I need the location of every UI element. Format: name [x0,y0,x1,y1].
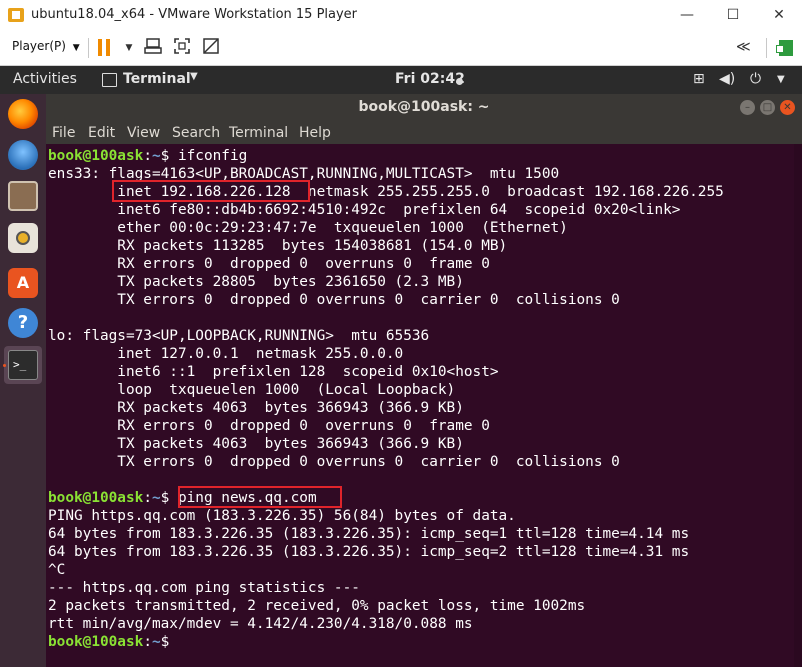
send-keys-icon[interactable] [142,37,164,59]
prompt-line: book@100ask:~$ [48,633,178,651]
network-icon[interactable]: ⊞ [693,71,705,87]
ubuntu-top-panel: Activities Terminal ▼ Fri 02:42 ⊞ ◀) ⏻ ▼ [0,66,802,94]
app-menu-button[interactable]: Terminal [123,71,191,87]
library-icon[interactable] [776,40,793,56]
ubuntu-dock: A ? >_ [0,94,46,667]
output-line: ^C [48,562,66,578]
power-icon[interactable]: ⏻ [750,71,761,87]
output-line: 2 packets transmitted, 2 received, 0% pa… [48,598,586,614]
player-menu-caret-icon: ▼ [72,43,80,53]
prompt-separator: : [143,148,152,164]
menu-search[interactable]: Search [172,125,220,141]
vmware-titlebar: ubuntu18.04_x64 - VMware Workstation 15 … [0,0,802,31]
output-line: ether 00:0c:29:23:47:7e txqueuelen 1000 … [48,220,568,236]
notification-dot-icon [456,78,463,85]
prompt-separator: : [143,490,152,506]
prompt-end: $ [160,634,178,650]
terminal-minimize-button[interactable]: – [740,100,755,115]
unity-icon[interactable] [200,37,222,59]
running-indicator-icon [3,364,6,367]
player-menu-button[interactable]: Player(P) ▼ [12,39,80,53]
menu-edit[interactable]: Edit [88,125,115,141]
output-line: inet6 fe80::db4b:6692:4510:492c prefixle… [48,202,681,218]
output-line: RX packets 113285 bytes 154038681 (154.0… [48,238,508,254]
prompt-path: ~ [151,490,161,506]
back-button[interactable]: ≪ [736,39,751,55]
terminal-titlebar: book@100ask: ~ – □ ✕ [46,94,802,121]
rhythmbox-icon[interactable] [8,223,38,253]
menu-terminal[interactable]: Terminal [229,125,288,141]
app-menu-caret-icon: ▼ [190,71,198,82]
terminal-icon[interactable]: >_ [8,350,38,380]
terminal-title: book@100ask: ~ [358,99,490,115]
output-line: TX errors 0 dropped 0 overruns 0 carrier… [48,292,620,308]
prompt-end: $ [160,490,178,506]
prompt-user: book@100ask [48,148,144,164]
inet-address-highlight-box [112,180,310,202]
output-line: RX packets 4063 bytes 366943 (366.9 KB) [48,400,464,416]
output-line: lo: flags=73<UP,LOOPBACK,RUNNING> mtu 65… [48,328,430,344]
output-line: TX packets 28805 bytes 2361650 (2.3 MB) [48,274,464,290]
vmware-window-title: ubuntu18.04_x64 - VMware Workstation 15 … [31,7,358,22]
output-line: PING https.qq.com (183.3.226.35) 56(84) … [48,508,516,524]
output-line: 64 bytes from 183.3.226.35 (183.3.226.35… [48,544,690,560]
output-line: RX errors 0 dropped 0 overruns 0 frame 0 [48,418,490,434]
output-line: inet6 ::1 prefixlen 128 scopeid 0x10<hos… [48,364,499,380]
toolbar-divider [88,38,89,58]
terminal-app-icon [102,73,117,87]
firefox-icon[interactable] [8,99,38,129]
output-line: 64 bytes from 183.3.226.35 (183.3.226.35… [48,526,690,542]
files-icon[interactable] [8,181,38,211]
prompt-separator: : [143,634,152,650]
software-icon[interactable]: A [8,268,38,298]
prompt-end: $ [160,148,178,164]
close-button[interactable]: ✕ [756,0,802,31]
terminal-output-area[interactable]: book@100ask:~$ ifconfig ens33: flags=416… [46,144,802,667]
toolbar-divider [766,38,767,58]
terminal-menubar: File Edit View Search Terminal Help [46,121,802,144]
help-icon[interactable]: ? [8,308,38,338]
clock[interactable]: Fri 02:42 [395,71,465,87]
output-line: RX errors 0 dropped 0 overruns 0 frame 0 [48,256,490,272]
fullscreen-icon[interactable] [171,37,193,59]
menu-view[interactable]: View [127,125,160,141]
prompt-user: book@100ask [48,490,144,506]
power-menu-caret-icon[interactable]: ▼ [118,37,140,59]
activities-button[interactable]: Activities [13,71,77,87]
output-line: --- https.qq.com ping statistics --- [48,580,360,596]
maximize-button[interactable]: ☐ [710,0,756,31]
output-line: loop txqueuelen 1000 (Local Loopback) [48,382,456,398]
output-line: rtt min/avg/max/mdev = 4.142/4.230/4.318… [48,616,473,632]
menu-file[interactable]: File [52,125,75,141]
vmware-app-icon [8,8,24,22]
minimize-button[interactable]: — [664,0,710,31]
output-line: TX errors 0 dropped 0 overruns 0 carrier… [48,454,620,470]
prompt-line: book@100ask:~$ ifconfig [48,147,247,165]
vmware-toolbar: Player(P) ▼ ▼ ≪ [0,31,802,66]
pause-icon[interactable] [98,39,112,56]
system-menu-caret-icon[interactable]: ▼ [777,74,785,85]
output-line: TX packets 4063 bytes 366943 (366.9 KB) [48,436,464,452]
terminal-close-button[interactable]: ✕ [780,100,795,115]
command-ifconfig: ifconfig [177,148,248,164]
prompt-path: ~ [151,148,161,164]
player-menu-label: Player(P) [12,39,66,53]
ping-command-highlight-box [178,486,342,508]
prompt-path: ~ [151,634,161,650]
terminal-scrollbar[interactable] [794,144,802,667]
thunderbird-icon[interactable] [8,140,38,170]
output-line: inet 127.0.0.1 netmask 255.0.0.0 [48,346,404,362]
prompt-user: book@100ask [48,634,144,650]
volume-icon[interactable]: ◀) [719,71,735,87]
menu-help[interactable]: Help [299,125,331,141]
terminal-maximize-button[interactable]: □ [760,100,775,115]
